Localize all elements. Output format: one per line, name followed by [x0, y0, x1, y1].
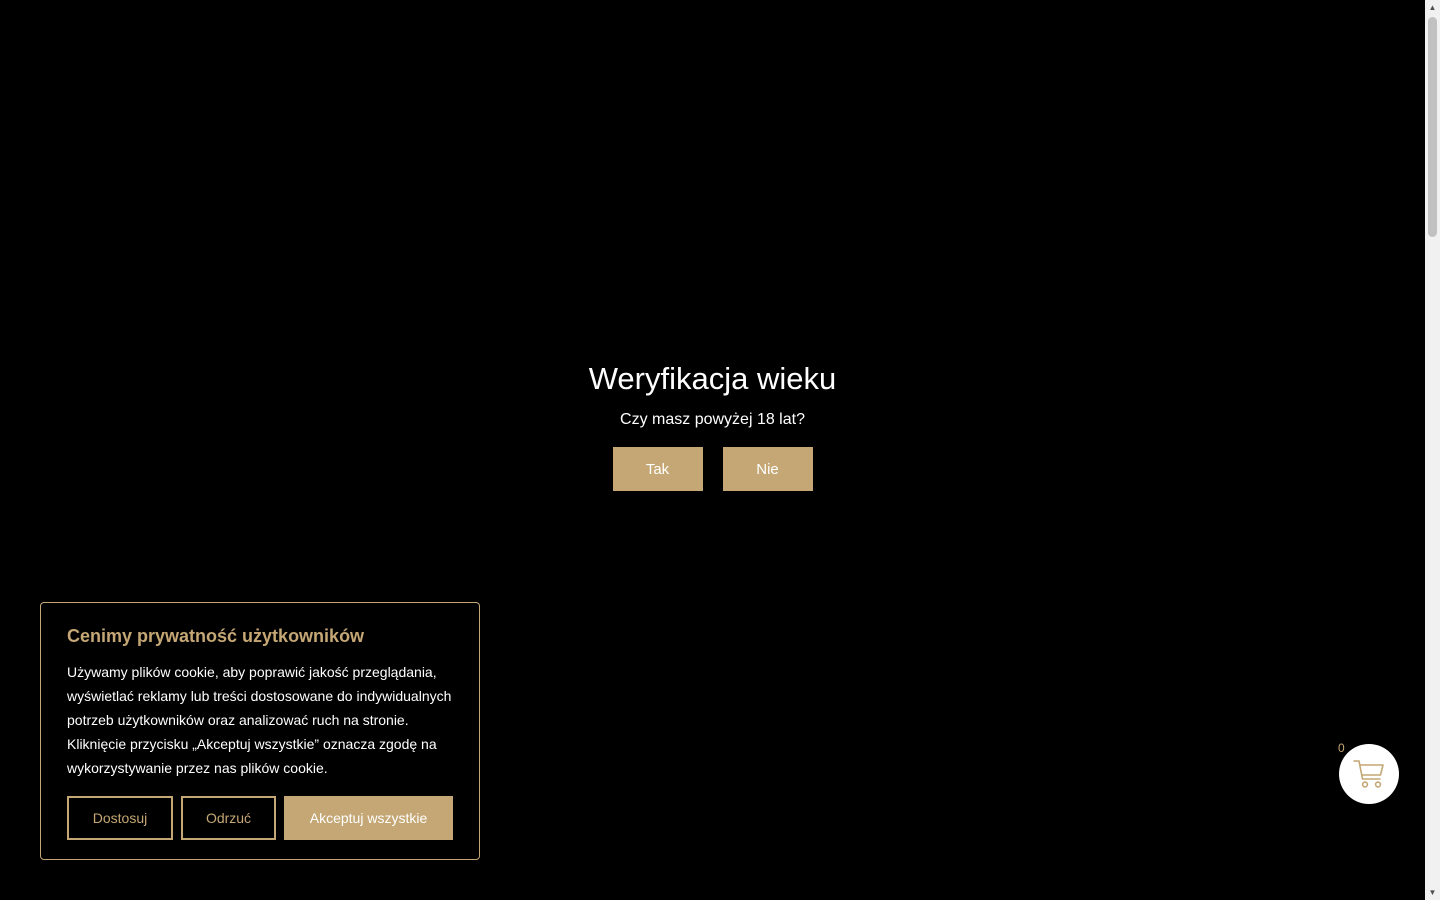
age-question: Czy masz powyżej 18 lat? — [620, 411, 805, 428]
age-yes-button[interactable]: Tak — [612, 447, 703, 491]
cookie-customize-button[interactable]: Dostosuj — [67, 796, 173, 840]
age-verification-title: Weryfikacja wieku — [588, 361, 837, 396]
age-no-button[interactable]: Nie — [722, 447, 813, 491]
cart-count-badge: 0 — [1338, 741, 1345, 755]
cart-button[interactable] — [1339, 744, 1399, 804]
cookie-buttons: Dostosuj Odrzuć Akceptuj wszystkie — [67, 796, 453, 840]
scrollbar[interactable]: ▲ ▼ — [1425, 0, 1440, 900]
cart-icon — [1353, 760, 1384, 788]
cookie-banner: Cenimy prywatność użytkowników Używamy p… — [40, 602, 480, 860]
scroll-up-arrow-icon[interactable]: ▲ — [1425, 0, 1440, 15]
cookie-accept-button[interactable]: Akceptuj wszystkie — [284, 796, 453, 840]
cookie-text: Używamy plików cookie, aby poprawić jako… — [67, 664, 452, 776]
scroll-thumb[interactable] — [1428, 17, 1437, 237]
age-verification-modal: Weryfikacja wieku Czy masz powyżej 18 la… — [0, 360, 1425, 491]
cookie-reject-button[interactable]: Odrzuć — [181, 796, 276, 840]
page: Weryfikacja wieku Czy masz powyżej 18 la… — [0, 0, 1425, 900]
scroll-down-arrow-icon[interactable]: ▼ — [1425, 885, 1440, 900]
age-buttons: Tak Nie — [0, 447, 1425, 491]
cookie-title: Cenimy prywatność użytkowników — [67, 626, 365, 646]
